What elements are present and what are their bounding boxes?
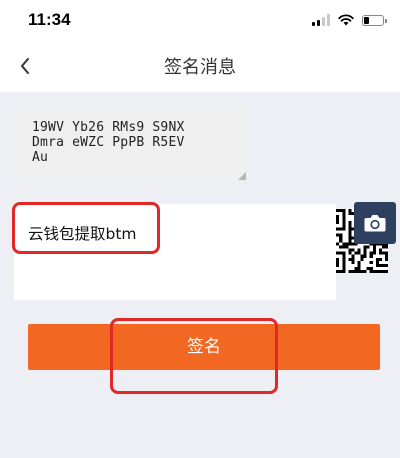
main-content: 19WV Yb26 RMs9 S9NX Dmra eWZC PpPB R5EV … bbox=[0, 92, 400, 458]
battery-icon bbox=[362, 14, 387, 26]
back-button[interactable] bbox=[14, 54, 38, 78]
page-title: 签名消息 bbox=[164, 57, 236, 78]
status-bar: 11:34 bbox=[0, 0, 400, 40]
camera-icon bbox=[364, 215, 386, 232]
address-field[interactable]: 19WV Yb26 RMs9 S9NX Dmra eWZC PpPB R5EV … bbox=[14, 106, 248, 182]
status-icons bbox=[312, 12, 387, 28]
camera-button[interactable] bbox=[354, 202, 396, 244]
resize-grip-icon bbox=[238, 172, 246, 180]
message-text: 云钱包提取btm bbox=[28, 225, 137, 243]
message-input[interactable]: 云钱包提取btm bbox=[14, 204, 336, 300]
nav-bar: 签名消息 bbox=[0, 40, 400, 92]
chevron-left-icon bbox=[21, 58, 29, 74]
wifi-icon bbox=[338, 14, 354, 26]
sign-button[interactable]: 签名 bbox=[28, 324, 380, 370]
signal-icon bbox=[312, 14, 330, 26]
address-text: 19WV Yb26 RMs9 S9NX Dmra eWZC PpPB R5EV … bbox=[32, 120, 185, 165]
status-time: 11:34 bbox=[28, 10, 71, 29]
